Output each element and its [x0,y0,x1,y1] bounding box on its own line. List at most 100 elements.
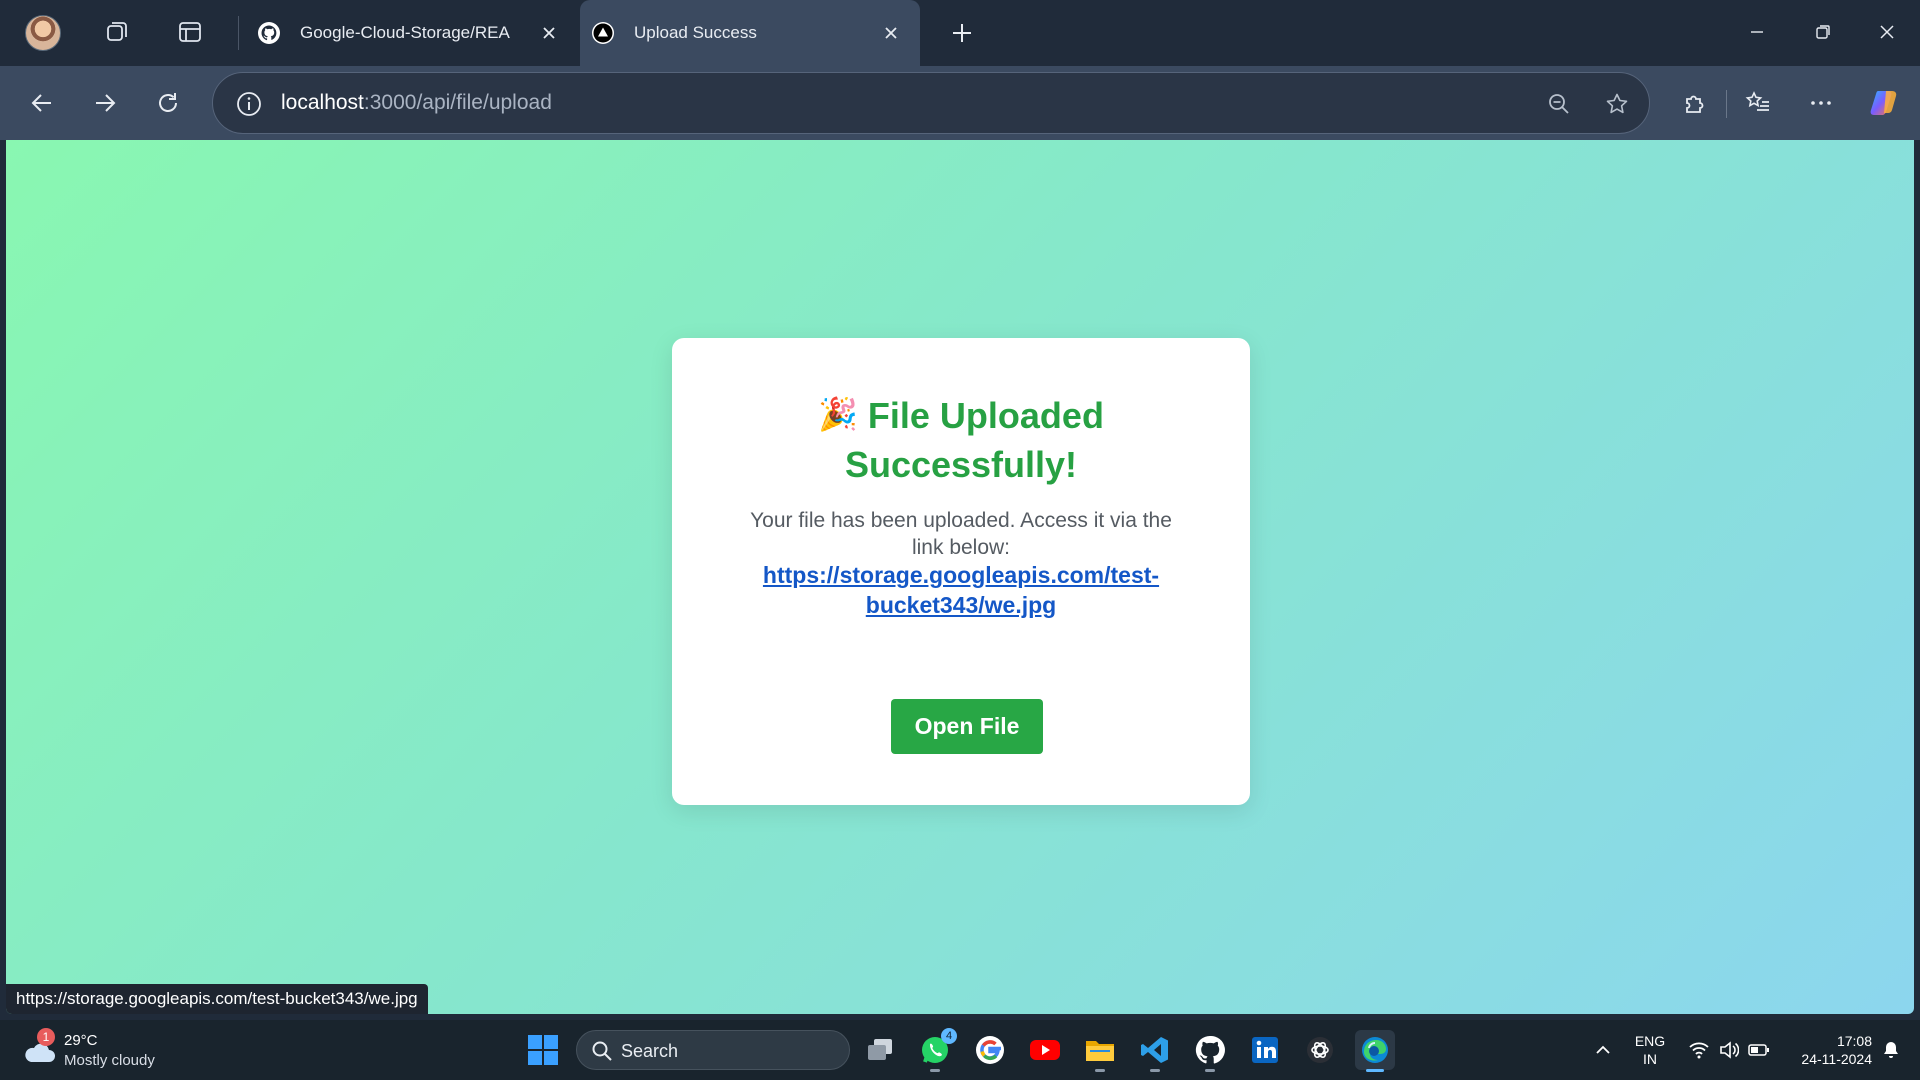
copilot-icon [1870,91,1897,115]
start-button[interactable] [528,1035,558,1065]
file-explorer-app[interactable] [1080,1030,1120,1072]
info-icon[interactable] [235,90,263,118]
back-button[interactable] [21,83,63,123]
chevron-up-icon [1596,1045,1610,1054]
linkedin-app[interactable] [1245,1030,1285,1070]
task-view-app[interactable] [860,1030,900,1070]
forward-button[interactable] [84,83,126,123]
running-indicator [930,1069,940,1072]
profile-avatar[interactable] [25,15,61,51]
close-icon [1880,25,1894,39]
tab-github[interactable]: Google-Cloud-Storage/REA [246,0,578,66]
volume-icon[interactable] [1714,1020,1744,1080]
tab-title: Google-Cloud-Storage/REA [300,23,510,42]
whatsapp-app[interactable]: 4 [915,1028,957,1072]
tab-title: Upload Success [634,23,757,42]
weather-widget[interactable]: 1 29°C Mostly cloudy [22,1028,192,1072]
edge-app[interactable] [1355,1030,1395,1072]
google-app[interactable] [970,1030,1010,1070]
youtube-app[interactable] [1025,1030,1065,1070]
search-icon [592,1041,612,1061]
favorite-star-icon[interactable] [1601,88,1633,120]
vscode-icon [1141,1037,1168,1063]
success-message: Your file has been uploaded. Access it v… [750,509,1172,559]
clock-time: 17:08 [1836,1033,1872,1049]
vscode-app[interactable] [1135,1030,1175,1072]
system-clock[interactable]: 17:08 24-11-2024 [1782,1032,1872,1068]
github-desktop-app[interactable] [1190,1030,1230,1072]
windows-logo-icon [528,1035,542,1049]
battery-icon[interactable] [1744,1020,1774,1080]
windows-logo-pane [528,1051,542,1065]
whatsapp-badge: 4 [941,1028,957,1044]
upload-success-card: 🎉 File Uploaded Successfully! Your file h… [672,338,1250,805]
restore-button[interactable] [1798,12,1848,52]
close-icon[interactable] [880,22,902,44]
lang-primary: ENG [1634,1033,1666,1049]
plus-icon [953,24,971,42]
chatgpt-icon [1307,1037,1333,1063]
close-icon[interactable] [538,22,560,44]
running-indicator [1366,1069,1384,1072]
close-window-button[interactable] [1862,12,1912,52]
zoom-out-icon[interactable] [1543,88,1575,120]
workspaces-icon[interactable] [95,12,139,52]
file-link[interactable]: https://storage.googleapis.com/test-buck… [752,560,1170,620]
language-indicator[interactable]: ENG IN [1628,1032,1672,1068]
windows-logo-pane [544,1051,558,1065]
bell-icon [1884,1042,1898,1058]
restore-icon [1816,25,1830,39]
clock-date: 24-11-2024 [1801,1051,1872,1067]
status-bar-url: https://storage.googleapis.com/test-buck… [6,984,428,1014]
show-hidden-icons-button[interactable] [1590,1020,1616,1080]
notifications-button[interactable] [1876,1020,1906,1080]
github-icon [256,20,282,46]
address-bar[interactable]: localhost:3000/api/file/upload [212,72,1650,134]
nextjs-icon [590,20,616,46]
favorites-button[interactable] [1737,83,1779,123]
page-title: 🎉 File Uploaded Successfully! [712,390,1210,489]
extensions-button[interactable] [1674,83,1716,123]
tab-separator [238,16,239,50]
refresh-button[interactable] [147,83,189,123]
refresh-icon [159,93,177,112]
more-menu-button[interactable] [1800,83,1842,123]
running-indicator [1205,1069,1215,1072]
edge-icon [1362,1037,1388,1063]
browser-toolbar: localhost:3000/api/file/upload [0,66,1920,140]
url-text[interactable]: localhost:3000/api/file/upload [281,91,552,115]
arrow-left-icon [31,94,51,112]
party-popper-icon: 🎉 [818,396,858,432]
minimize-icon [1751,31,1763,33]
puzzle-icon [1686,95,1704,113]
windows-logo-pane [544,1035,558,1049]
chatgpt-app[interactable] [1300,1030,1340,1070]
tab-upload-success[interactable]: Upload Success [580,0,920,66]
taskbar-search[interactable]: Search [576,1030,850,1070]
lang-region: IN [1643,1051,1657,1067]
new-tab-button[interactable] [942,14,982,52]
google-icon [976,1036,1004,1064]
open-file-button[interactable]: Open File [891,699,1043,754]
weather-desc: Mostly cloudy [64,1052,155,1069]
toolbar-separator [1726,90,1727,118]
favorites-list-icon [1745,91,1769,111]
youtube-icon [1030,1040,1060,1060]
notification-badge: 1 [37,1028,55,1046]
wifi-icon[interactable] [1684,1020,1714,1080]
search-label: Search [621,1041,679,1061]
page-viewport: 🎉 File Uploaded Successfully! Your file h… [6,140,1914,1014]
copilot-button[interactable] [1863,83,1905,123]
running-indicator [1150,1069,1160,1072]
github-icon [1195,1035,1225,1064]
weather-temp: 29°C [64,1032,98,1049]
folder-icon [1086,1041,1114,1061]
minimize-button[interactable] [1732,12,1782,52]
task-view-icon [868,1039,892,1060]
tab-actions-icon[interactable] [168,12,212,52]
arrow-right-icon [96,94,116,112]
title-text: File Uploaded Successfully! [844,395,1104,485]
title-bar: Google-Cloud-Storage/REA Upload Success [0,0,1920,66]
ellipsis-icon [1811,101,1831,105]
linkedin-icon [1252,1037,1278,1063]
